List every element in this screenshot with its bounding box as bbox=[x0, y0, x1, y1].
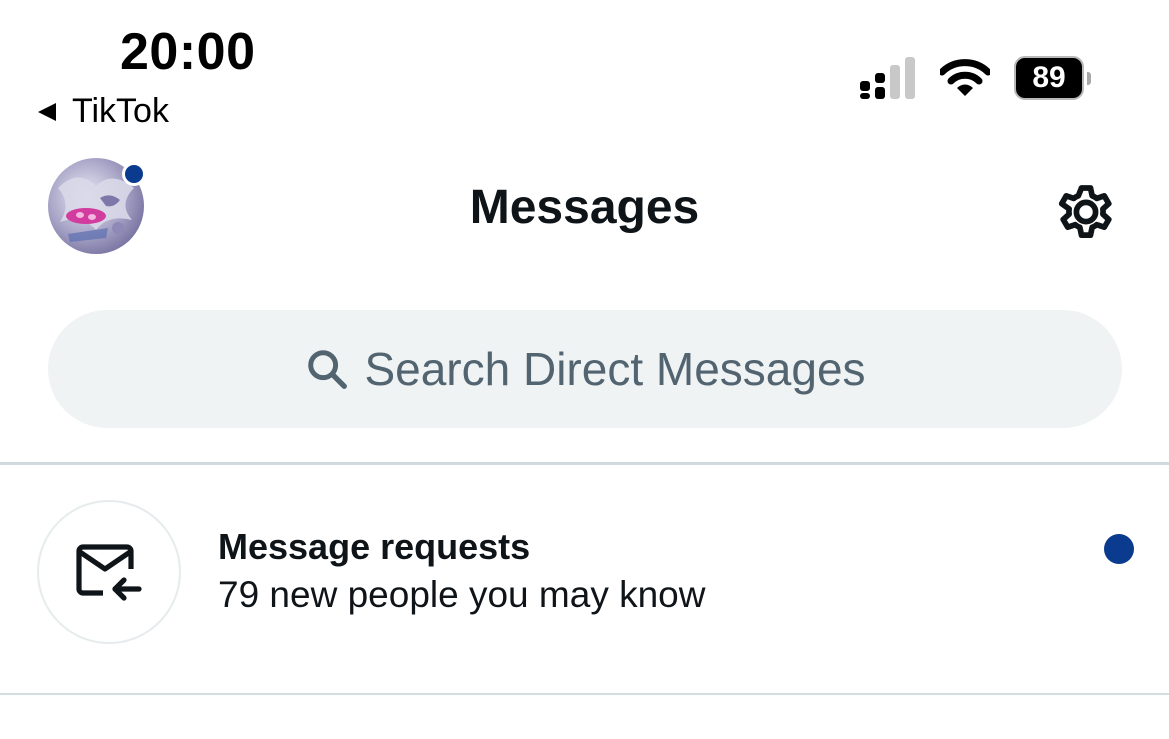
gear-icon[interactable] bbox=[1050, 176, 1122, 248]
search-icon bbox=[308, 350, 348, 389]
back-to-app-button[interactable]: TikTok bbox=[38, 92, 169, 131]
divider bbox=[0, 462, 1169, 465]
status-time: 20:00 bbox=[120, 23, 256, 81]
message-requests-row[interactable]: Message requests 79 new people you may k… bbox=[0, 466, 1169, 694]
unread-dot bbox=[1104, 534, 1134, 564]
status-icons: 89 bbox=[860, 56, 1091, 100]
message-requests-icon-container bbox=[37, 500, 181, 644]
search-input[interactable]: Search Direct Messages bbox=[48, 310, 1122, 428]
back-app-label: TikTok bbox=[72, 92, 169, 130]
page-title: Messages bbox=[469, 181, 700, 234]
battery-indicator: 89 bbox=[1014, 56, 1091, 100]
wifi-icon bbox=[940, 59, 990, 96]
battery-tip bbox=[1087, 71, 1091, 85]
back-triangle-icon bbox=[38, 102, 56, 121]
message-requests-title: Message requests bbox=[218, 526, 531, 567]
divider bbox=[0, 693, 1169, 695]
cellular-signal-icon bbox=[860, 57, 915, 99]
battery-level: 89 bbox=[1014, 56, 1084, 100]
message-requests-subtitle: 79 new people you may know bbox=[218, 574, 706, 615]
search-placeholder: Search Direct Messages bbox=[364, 343, 866, 395]
mail-incoming-icon bbox=[76, 544, 142, 601]
